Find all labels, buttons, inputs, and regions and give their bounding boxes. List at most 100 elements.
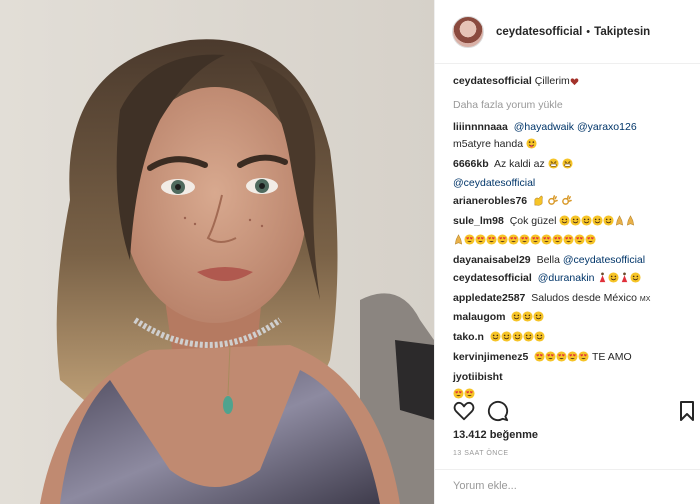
- comment-row: malaugom: [453, 309, 693, 328]
- avatar[interactable]: [452, 15, 484, 48]
- smiley-emoji-icon: [534, 331, 545, 348]
- smiley-emoji-icon: [512, 331, 523, 348]
- heart-eyes-emoji-icon: [519, 234, 530, 251]
- post-timestamp[interactable]: 13 SAAT ÖNCE: [453, 450, 509, 457]
- praying-hands-emoji-icon: [614, 215, 625, 232]
- smiley-emoji-icon: [490, 331, 501, 348]
- bookmark-icon[interactable]: [679, 400, 695, 427]
- comment-mention[interactable]: @hayadwaik: [514, 121, 574, 133]
- comment-username[interactable]: malaugom: [453, 311, 506, 323]
- smiley-emoji-icon: [592, 215, 603, 232]
- comment-text: Saludos desde México: [531, 292, 637, 304]
- follow-status-button[interactable]: Takiptesin: [594, 26, 650, 38]
- praying-hands-emoji-icon: [625, 215, 636, 232]
- heart-eyes-emoji-icon: [545, 351, 556, 368]
- heart-eyes-emoji-icon: [552, 234, 563, 251]
- emoji-group: [597, 272, 641, 284]
- clapping-hands-emoji-icon: [533, 195, 544, 212]
- heart-icon[interactable]: [453, 400, 475, 427]
- dancer-emoji-icon: [597, 272, 608, 289]
- caption-username[interactable]: ceydatesofficial: [453, 75, 532, 87]
- dancer-emoji-icon: [619, 272, 630, 289]
- comment-username[interactable]: tako.n: [453, 331, 484, 343]
- smiley-emoji-icon: [533, 311, 544, 328]
- load-more-comments-link[interactable]: Daha fazla yorum yükle: [453, 97, 693, 114]
- emoji-group: [534, 351, 589, 363]
- caption: ceydatesofficial Çillerim: [453, 73, 693, 92]
- comment-row: appledate2587 Saludos desde México MX: [453, 290, 693, 308]
- comment-username[interactable]: jyotiibisht: [453, 371, 503, 383]
- comment-row: arianerobles76: [453, 193, 693, 212]
- comment-username[interactable]: arianerobles76: [453, 195, 527, 207]
- comment-row: liiinnnnaaa @hayadwaik @yaraxo126 m5atyr…: [453, 119, 693, 155]
- comment-text: m5atyre handa: [453, 138, 524, 150]
- heart-eyes-emoji-icon: [567, 351, 578, 368]
- comment-mention[interactable]: @ceydatesofficial: [453, 177, 535, 189]
- heart-eyes-emoji-icon: [563, 234, 574, 251]
- post-actions: [453, 400, 695, 427]
- comment-row: ceydatesofficial @duranakin: [453, 270, 693, 289]
- ok-hand-emoji-icon: [561, 195, 572, 212]
- post-header: ceydatesofficial • Takiptesin: [435, 0, 700, 64]
- heart-eyes-emoji-icon: [534, 351, 545, 368]
- heart-eyes-emoji-icon: [578, 351, 589, 368]
- comment-row: 6666kb Az kaldi az @ceydatesofficial: [453, 156, 693, 192]
- comment-text: Bella: [536, 254, 560, 266]
- heart-eyes-emoji-icon: [497, 234, 508, 251]
- smiley-emoji-icon: [501, 331, 512, 348]
- heart-eyes-emoji-icon: [556, 351, 567, 368]
- comment-username[interactable]: kervinjimenez5: [453, 351, 528, 363]
- comments-list: ceydatesofficial Çillerim Daha fazla yoru…: [453, 73, 693, 406]
- heart-eyes-emoji-icon: [464, 234, 475, 251]
- praying-hands-emoji-icon: [453, 234, 464, 251]
- emoji-group: [559, 215, 636, 227]
- emoji-group: [490, 331, 545, 343]
- comment-mention[interactable]: @yaraxo126: [577, 121, 637, 133]
- comment-row: kervinjimenez5 TE AMO: [453, 349, 693, 368]
- comment-text: TE AMO: [591, 351, 632, 363]
- comment-row: tako.n: [453, 329, 693, 348]
- country-flag-label: MX: [639, 296, 651, 303]
- add-comment-bar: [435, 469, 700, 504]
- emoji-group: [453, 388, 475, 400]
- add-comment-input[interactable]: [453, 480, 683, 492]
- comment-mention[interactable]: @duranakin: [538, 272, 595, 284]
- heart-eyes-emoji-icon: [574, 234, 585, 251]
- comment-username[interactable]: ceydatesofficial: [453, 272, 532, 284]
- smiley-emoji-icon: [523, 331, 534, 348]
- heart-eyes-emoji-icon: [486, 234, 497, 251]
- smiley-emoji-icon: [630, 272, 641, 289]
- smiley-emoji-icon: [559, 215, 570, 232]
- comment-username[interactable]: dayanaisabel29: [453, 254, 531, 266]
- smiley-emoji-icon: [608, 272, 619, 289]
- comment-username[interactable]: appledate2587: [453, 292, 525, 304]
- heart-eyes-emoji-icon: [541, 234, 552, 251]
- emoji-group: [453, 234, 596, 246]
- post-photo[interactable]: [0, 0, 434, 504]
- comment-mention[interactable]: @ceydatesofficial: [563, 254, 645, 266]
- selfie-image: [0, 0, 434, 504]
- comment-username[interactable]: 6666kb: [453, 158, 489, 170]
- smiley-emoji-icon: [522, 311, 533, 328]
- comment-bubble-icon[interactable]: [487, 400, 509, 427]
- comment-username[interactable]: sule_lm98: [453, 215, 504, 227]
- comment-row: sule_lm98 Çok güzel: [453, 213, 693, 251]
- smiley-emoji-icon: [570, 215, 581, 232]
- heart-eyes-emoji-icon: [530, 234, 541, 251]
- caption-text: Çillerim: [534, 75, 570, 87]
- ok-hand-emoji-icon: [547, 195, 558, 212]
- tongue-out-emoji-icon: [526, 138, 537, 155]
- heart-icon: [570, 75, 579, 92]
- smiley-emoji-icon: [603, 215, 614, 232]
- comment-row: dayanaisabel29 Bella @ceydatesofficial: [453, 252, 693, 269]
- comment-text: Az kaldi az: [493, 158, 545, 170]
- heart-eyes-emoji-icon: [508, 234, 519, 251]
- header-username[interactable]: ceydatesofficial: [496, 26, 582, 38]
- comment-username[interactable]: liiinnnnaaa: [453, 121, 508, 133]
- like-count[interactable]: 13.412 beğenme: [453, 429, 538, 441]
- heart-eyes-emoji-icon: [585, 234, 596, 251]
- smiley-emoji-icon: [581, 215, 592, 232]
- smiley-emoji-icon: [511, 311, 522, 328]
- post-side-panel: ceydatesofficial • Takiptesin ceydatesof…: [434, 0, 700, 504]
- comment-text: Çok güzel: [509, 215, 557, 227]
